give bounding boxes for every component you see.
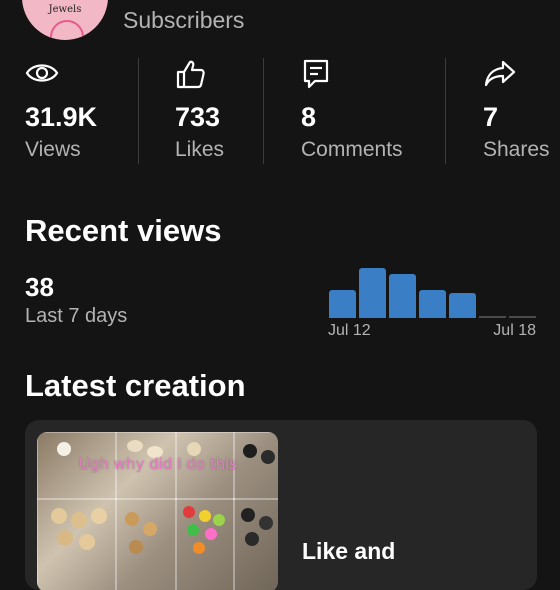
latest-creation-card-title: Like and (302, 538, 396, 564)
bead (57, 530, 73, 546)
stat-views[interactable]: 31.9K Views (25, 58, 97, 164)
recent-views-chart[interactable]: Jul 12 Jul 18 (326, 262, 538, 342)
latest-creation-title: Latest creation (25, 368, 246, 403)
shares-value: 7 (483, 102, 499, 132)
eye-icon (25, 64, 59, 82)
recent-views-title: Recent views (25, 213, 222, 248)
chart-bar (419, 290, 446, 318)
chart-bar (359, 268, 386, 318)
bead (91, 508, 107, 524)
bead (205, 528, 217, 540)
bead (183, 506, 195, 518)
chart-tick-label: Jul 12 (328, 322, 371, 339)
bead (245, 532, 259, 546)
likes-label: Likes (175, 138, 225, 161)
views-value: 31.9K (25, 102, 98, 132)
share-icon (484, 60, 516, 87)
chart-bar (389, 274, 416, 318)
bead (127, 440, 143, 452)
likes-value: 733 (175, 102, 221, 132)
stat-likes[interactable]: 733 Likes (175, 58, 224, 164)
chart-bar-empty (509, 316, 536, 318)
chart-tick-label: Jul 18 (493, 322, 536, 339)
latest-creation-card[interactable]: Ugh why did I do this Like and (25, 420, 537, 590)
chart-bar (329, 290, 356, 318)
chart-bar (449, 293, 476, 318)
thumbs-up-icon (176, 60, 205, 89)
recent-views-count: 38 (25, 272, 54, 302)
bead (213, 514, 225, 526)
subscribers-label[interactable]: Subscribers (123, 7, 244, 34)
bead (71, 512, 87, 528)
stat-divider (263, 58, 264, 164)
bead (129, 540, 143, 554)
avatar-smile-graphic (50, 20, 84, 40)
stat-divider (445, 58, 446, 164)
bead (51, 508, 67, 524)
views-label: Views (25, 138, 81, 161)
thumbnail-caption: Ugh why did I do this (78, 455, 238, 473)
bead (193, 542, 205, 554)
stat-divider (138, 58, 139, 164)
stats-row: 31.9K Views 733 Likes 8 Comments 7 Share… (0, 58, 560, 164)
bead (259, 516, 273, 530)
comments-value: 8 (301, 102, 317, 132)
bead (199, 510, 211, 522)
stat-comments[interactable]: 8 Comments (301, 58, 403, 164)
recent-views-period: Last 7 days (25, 305, 128, 327)
bead (241, 508, 255, 522)
bead (187, 524, 199, 536)
video-thumbnail[interactable]: Ugh why did I do this (37, 432, 278, 590)
bead (79, 534, 95, 550)
avatar-brand-text: Jewels (48, 4, 82, 15)
avatar[interactable]: Jewels (22, 0, 108, 40)
shares-label: Shares (483, 138, 550, 161)
chart-bar-empty (479, 316, 506, 318)
comments-label: Comments (301, 138, 403, 161)
bead (125, 512, 139, 526)
comment-icon (303, 59, 329, 89)
stat-shares[interactable]: 7 Shares (483, 58, 550, 164)
bead-compartment (115, 498, 177, 590)
bead (143, 522, 157, 536)
